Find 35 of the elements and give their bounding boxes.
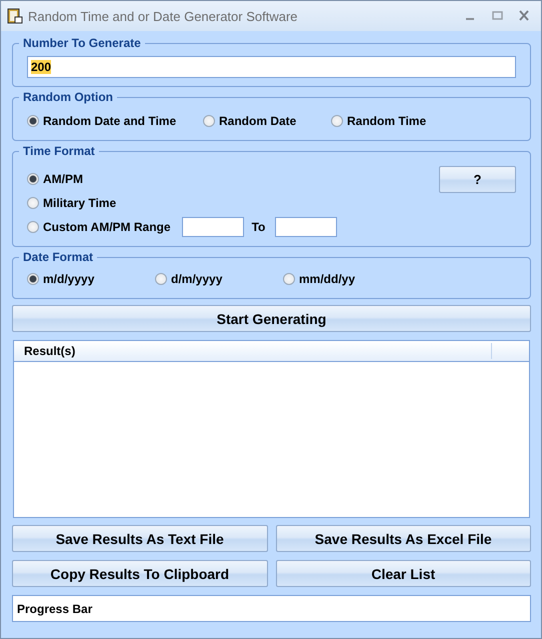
radio-circle-icon[interactable] [203, 115, 215, 127]
radio-button[interactable]: mm/dd/yy [283, 272, 433, 286]
radio-button[interactable]: Random Date [203, 114, 331, 128]
action-button[interactable]: Copy Results To Clipboard [12, 560, 268, 587]
radio-button[interactable]: m/d/yyyy [27, 272, 155, 286]
radio-button[interactable]: Random Date and Time [27, 114, 203, 128]
radio-button[interactable]: Military Time [27, 196, 116, 210]
action-button[interactable]: Clear List [276, 560, 531, 587]
radio-circle-icon[interactable] [27, 173, 39, 185]
action-button[interactable]: Save Results As Text File [12, 525, 268, 552]
action-button[interactable]: Save Results As Excel File [276, 525, 531, 552]
radio-button[interactable]: Random Time [331, 114, 481, 128]
radio-button[interactable]: d/m/yyyy [155, 272, 283, 286]
range-start-field[interactable] [182, 217, 244, 237]
radio-circle-icon[interactable] [27, 221, 39, 233]
range-end-field[interactable] [275, 217, 338, 237]
help-button[interactable]: ? [439, 166, 516, 193]
radio-circle-icon[interactable] [283, 273, 295, 285]
radio-button[interactable]: Custom AM/PM Range [27, 220, 171, 234]
radio-circle-icon[interactable] [27, 197, 39, 209]
window-title: Random Time and or Date Generator Software [28, 8, 299, 24]
group-title: Number To Generate [22, 36, 142, 50]
group-title: Random Option [22, 90, 114, 104]
group-title: Time Format [22, 144, 96, 158]
app-icon [7, 8, 23, 24]
group-title: Date Format [22, 250, 94, 264]
radio-circle-icon[interactable] [331, 115, 343, 127]
number-field[interactable]: 200 [27, 56, 516, 78]
radio-circle-icon[interactable] [27, 115, 39, 127]
range-to-label: To [252, 220, 266, 234]
results-list[interactable]: Result(s) [13, 340, 530, 518]
start-button[interactable]: Start Generating [12, 305, 531, 332]
radio-circle-icon[interactable] [155, 273, 167, 285]
radio-button[interactable]: AM/PM [27, 172, 83, 186]
radio-circle-icon[interactable] [27, 273, 39, 285]
